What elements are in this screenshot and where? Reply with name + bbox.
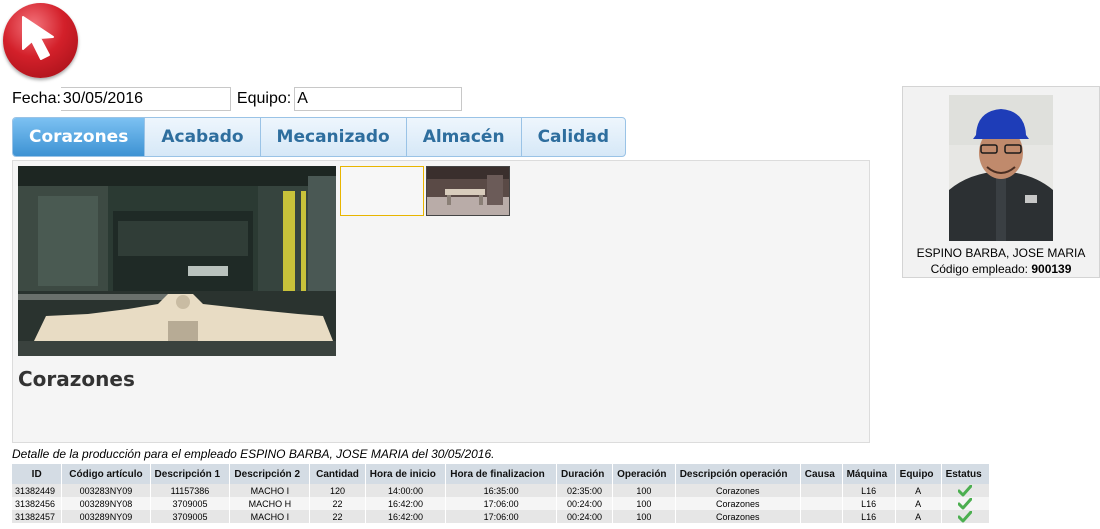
cell-equipo: A [895, 510, 942, 523]
header-id: ID [12, 464, 63, 484]
filter-row: Fecha: Equipo: [12, 86, 463, 112]
cell-operacion: 100 [612, 484, 676, 497]
cell-duracion: 00:24:00 [556, 497, 614, 510]
cell-codigo-articulo: 003289NY09 [61, 510, 151, 523]
cell-hora-inicio: 16:42:00 [365, 510, 447, 523]
header-duracion: Duración [556, 464, 614, 484]
cell-operacion: 100 [612, 497, 676, 510]
cell-codigo-articulo: 003289NY08 [61, 497, 151, 510]
employee-code-value: 900139 [1031, 262, 1072, 276]
tab-mecanizado[interactable]: Mecanizado [261, 118, 407, 156]
table-row[interactable]: 31382456 003289NY08 3709005 MACHO H 22 1… [12, 497, 991, 510]
tab-corazones[interactable]: Corazones [13, 118, 146, 156]
header-equipo: Equipo [895, 464, 942, 484]
equipo-input[interactable] [294, 87, 463, 111]
cell-cantidad: 22 [309, 510, 366, 523]
cell-descripcion-2: MACHO H [229, 497, 311, 510]
header-maquina: Máquina [842, 464, 896, 484]
employee-name: ESPINO BARBA, JOSE MARIA [916, 246, 1086, 260]
check-icon [958, 510, 973, 522]
header-causa: Causa [800, 464, 843, 484]
fecha-label: Fecha: [12, 90, 61, 107]
header-codigo-articulo: Código artículo [61, 464, 151, 484]
cell-descripcion-operacion: Corazones [675, 484, 801, 497]
arrow-cursor-icon [22, 16, 54, 60]
fecha-input[interactable] [60, 87, 231, 111]
employee-card: ESPINO BARBA, JOSE MARIA Código empleado… [902, 86, 1100, 278]
header-descripcion-operacion: Descripción operación [675, 464, 801, 484]
cell-estatus [941, 497, 991, 510]
cell-operacion: 100 [612, 510, 676, 523]
cell-descripcion-2: MACHO I [229, 510, 311, 523]
cell-descripcion-1: 3709005 [150, 497, 231, 510]
table-row[interactable]: 31382457 003289NY09 3709005 MACHO I 22 1… [12, 510, 991, 523]
cell-duracion: 00:24:00 [556, 510, 614, 523]
thumbnail-empty[interactable] [340, 166, 424, 216]
cell-hora-fin: 17:06:00 [445, 510, 558, 523]
cell-cantidad: 120 [309, 484, 366, 497]
cell-descripcion-operacion: Corazones [675, 510, 801, 523]
header-estatus: Estatus [941, 464, 991, 484]
table-row[interactable]: 31382449 003283NY09 11157386 MACHO I 120… [12, 484, 991, 497]
employee-code-label: Código empleado: [930, 262, 1028, 276]
cell-hora-fin: 17:06:00 [445, 497, 558, 510]
cell-descripcion-2: MACHO I [229, 484, 311, 497]
cell-causa [800, 484, 843, 497]
equipo-label: Equipo: [236, 90, 292, 107]
detail-caption: Detalle de la producción para el emplead… [12, 447, 495, 461]
tab-acabado[interactable]: Acabado [145, 118, 261, 156]
cell-equipo: A [895, 497, 942, 510]
main-photo[interactable] [18, 166, 336, 356]
production-table: ID Código artículo Descripción 1 Descrip… [12, 464, 991, 523]
cell-codigo-articulo: 003283NY09 [61, 484, 151, 497]
cell-id: 31382449 [12, 484, 63, 497]
cell-descripcion-1: 3709005 [150, 510, 231, 523]
cell-descripcion-1: 11157386 [150, 484, 231, 497]
cell-maquina: L16 [842, 484, 896, 497]
cell-descripcion-operacion: Corazones [675, 497, 801, 510]
cell-cantidad: 22 [309, 497, 366, 510]
tab-almacen[interactable]: Almacén [407, 118, 522, 156]
employee-code: Código empleado: 900139 [903, 262, 1099, 276]
cell-id: 31382457 [12, 510, 63, 523]
check-icon [958, 484, 973, 496]
section-panel: Corazones [12, 160, 870, 443]
panel-title: Corazones [18, 367, 135, 391]
header-hora-fin: Hora de finalizacion [445, 464, 558, 484]
cell-hora-inicio: 14:00:00 [365, 484, 447, 497]
cell-maquina: L16 [842, 510, 896, 523]
header-hora-inicio: Hora de inicio [365, 464, 447, 484]
tab-calidad[interactable]: Calidad [522, 118, 625, 156]
cell-hora-fin: 16:35:00 [445, 484, 558, 497]
cell-causa [800, 497, 843, 510]
section-tabs: Corazones Acabado Mecanizado Almacén Cal… [12, 117, 626, 157]
cell-maquina: L16 [842, 497, 896, 510]
cell-hora-inicio: 16:42:00 [365, 497, 447, 510]
employee-photo [949, 95, 1053, 241]
back-button[interactable] [3, 3, 78, 78]
header-descripcion-2: Descripción 2 [229, 464, 311, 484]
header-descripcion-1: Descripción 1 [150, 464, 231, 484]
check-icon [958, 497, 973, 509]
cell-causa [800, 510, 843, 523]
thumbnail-photo[interactable] [426, 166, 510, 216]
cell-id: 31382456 [12, 497, 63, 510]
cell-equipo: A [895, 484, 942, 497]
cell-estatus [941, 484, 991, 497]
cell-duracion: 02:35:00 [556, 484, 614, 497]
cell-estatus [941, 510, 991, 523]
table-header-row: ID Código artículo Descripción 1 Descrip… [12, 464, 991, 484]
header-operacion: Operación [612, 464, 676, 484]
header-cantidad: Cantidad [309, 464, 366, 484]
